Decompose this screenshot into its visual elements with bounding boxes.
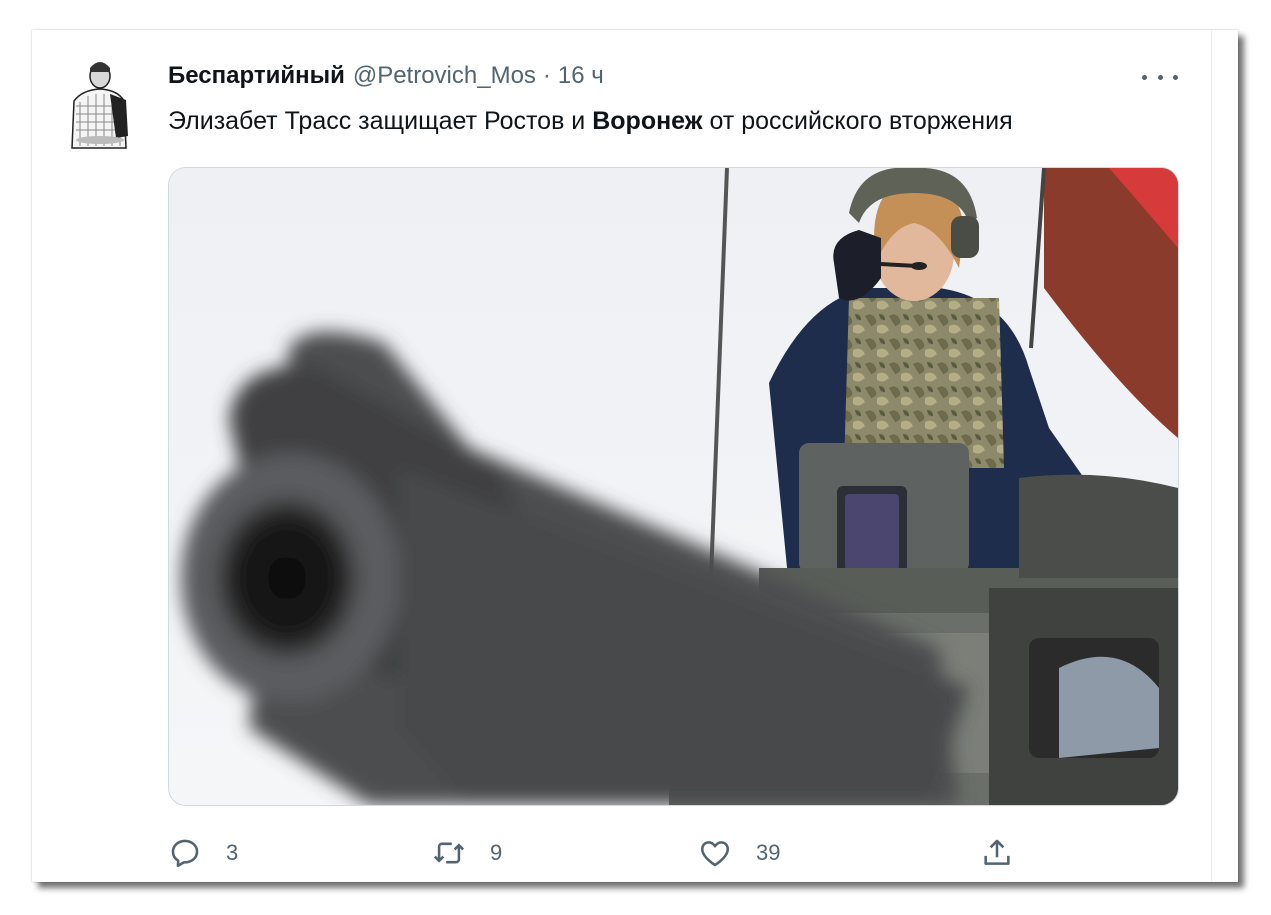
author-handle[interactable]: @Petrovich_Mos xyxy=(353,62,536,90)
tweet-text: Элизабет Трасс защищает Ростов и Воронеж… xyxy=(168,101,1013,141)
tweet-photo[interactable] xyxy=(168,167,1179,806)
timeline-divider xyxy=(1211,30,1212,882)
tweet-text-part: Элизабет Трасс защищает Ростов и xyxy=(168,107,593,135)
share-icon xyxy=(984,839,1010,865)
tweet-time[interactable]: 16 ч xyxy=(558,62,604,90)
retweet-count: 9 xyxy=(490,840,503,865)
avatar[interactable] xyxy=(62,56,132,152)
tweet-header: Беспартийный @Petrovich_Mos · 16 ч xyxy=(168,58,604,94)
retweet-icon xyxy=(433,842,465,864)
reply-count: 3 xyxy=(226,840,239,865)
tweet-text-bold: Воронеж xyxy=(592,107,703,135)
retweet-button[interactable]: 9 xyxy=(432,830,502,876)
more-icon[interactable] xyxy=(1142,70,1178,84)
like-count: 39 xyxy=(756,840,781,865)
reply-icon xyxy=(171,839,199,868)
avatar-image xyxy=(62,56,132,152)
author-name[interactable]: Беспартийный xyxy=(168,62,345,90)
reply-button[interactable]: 3 xyxy=(168,830,238,876)
tweet-text-part: от российского вторжения xyxy=(702,107,1013,135)
tweet-actions: 3 9 39 xyxy=(168,830,1177,876)
separator-dot: · xyxy=(542,62,551,89)
share-button[interactable] xyxy=(980,830,1014,876)
tank-photo-image xyxy=(169,168,1178,805)
like-icon xyxy=(700,841,730,867)
like-button[interactable]: 39 xyxy=(698,830,780,876)
